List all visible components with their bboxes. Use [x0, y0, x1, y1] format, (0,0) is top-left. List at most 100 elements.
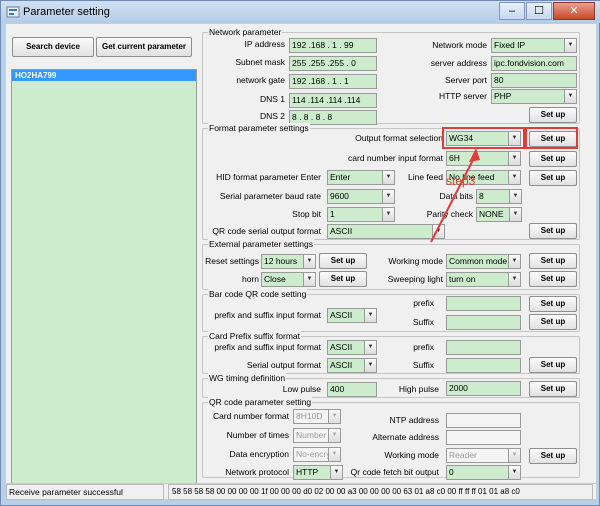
- data-encryption-dropdown[interactable]: No-encry ▼: [293, 447, 341, 462]
- http-server-dropdown[interactable]: PHP ▼: [491, 89, 577, 104]
- high-pulse-field[interactable]: 2000: [446, 381, 521, 396]
- gateway-label: network gate: [236, 75, 285, 85]
- card-input-format-label: prefix and suffix input format: [214, 342, 321, 352]
- ntp-address-field[interactable]: [446, 413, 521, 428]
- server-port-field[interactable]: 80: [491, 73, 577, 88]
- network-parameter-group: Network parameter IP address 192 .168 . …: [202, 27, 580, 125]
- network-setup-button[interactable]: Set up: [529, 107, 577, 123]
- wg-timing-group: WG timing definition Low pulse 400 High …: [202, 373, 580, 398]
- card-input-format-value: 6H: [449, 153, 460, 163]
- minimize-button[interactable]: –: [499, 2, 525, 20]
- qr-working-mode-dropdown[interactable]: Reader ▼: [446, 448, 521, 463]
- highlight-setup-button: [525, 127, 578, 149]
- close-button[interactable]: ✕: [553, 2, 595, 20]
- horn-setup-button[interactable]: Set up: [319, 271, 367, 287]
- qr-serial-setup-button[interactable]: Set up: [529, 223, 577, 239]
- network-mode-dropdown[interactable]: Fixed IP ▼: [491, 38, 577, 53]
- barcode-prefix-field[interactable]: [446, 296, 521, 311]
- dns1-field[interactable]: 114 .114 .114 .114: [289, 93, 377, 108]
- chevron-down-icon: ▼: [328, 410, 340, 423]
- working-mode-value: Common mode: [449, 256, 508, 266]
- working-mode-setup-button[interactable]: Set up: [529, 253, 577, 269]
- chevron-down-icon: ▼: [508, 152, 520, 165]
- barcode-input-format-dropdown[interactable]: ASCII ▼: [327, 308, 377, 323]
- card-prefix-field[interactable]: [446, 340, 521, 355]
- reset-settings-dropdown[interactable]: 12 hours ▼: [261, 254, 316, 269]
- sweeping-light-setup-button[interactable]: Set up: [529, 271, 577, 287]
- sweeping-light-value: turn on: [449, 274, 476, 284]
- parity-check-dropdown[interactable]: NONE ▼: [476, 207, 522, 222]
- card-input-format-dropdown[interactable]: 6H ▼: [446, 151, 521, 166]
- chevron-down-icon: ▼: [382, 171, 394, 184]
- horn-dropdown[interactable]: Close ▼: [261, 272, 316, 287]
- network-protocol-label: Network protocol: [225, 467, 289, 477]
- card-prefix-group: Card Prefix suffix format prefix and suf…: [202, 331, 580, 374]
- barcode-qr-group: Bar code QR code setting prefix and suff…: [202, 289, 580, 332]
- network-mode-value: Fixed IP: [494, 40, 526, 50]
- server-address-field[interactable]: ipc.fondvision.com: [491, 56, 577, 71]
- reset-setup-button[interactable]: Set up: [319, 253, 367, 269]
- status-hex-data: 58 58 58 58 00 00 00 00 1f 00 00 00 d0 0…: [168, 484, 593, 500]
- parity-check-value: NONE: [479, 209, 504, 219]
- ntp-address-label: NTP address: [389, 415, 439, 425]
- chevron-down-icon: ▼: [364, 309, 376, 322]
- barcode-suffix-label: Suffix: [412, 317, 434, 327]
- card-suffix-field[interactable]: [446, 358, 521, 373]
- group-title: QR code parameter setting: [208, 397, 313, 407]
- maximize-button[interactable]: ☐: [526, 2, 552, 20]
- alternate-address-label: Alternate address: [372, 432, 439, 442]
- card-prefix-setup-button[interactable]: Set up: [529, 357, 577, 373]
- device-list[interactable]: HO2HA799: [11, 69, 197, 484]
- network-protocol-dropdown[interactable]: HTTP ▼: [293, 465, 343, 480]
- hid-format-dropdown[interactable]: Enter ▼: [327, 170, 395, 185]
- subnet-mask-field[interactable]: 255 .255 .255 . 0: [289, 56, 377, 71]
- line-feed-setup-button[interactable]: Set up: [529, 170, 577, 186]
- subnet-mask-label: Subnet mask: [235, 57, 285, 67]
- card-format-setup-button[interactable]: Set up: [529, 151, 577, 167]
- data-bits-value: 8: [479, 191, 484, 201]
- low-pulse-field[interactable]: 400: [327, 382, 377, 397]
- stop-bit-label: Stop bit: [292, 209, 321, 219]
- number-of-times-dropdown[interactable]: Number ▼: [293, 428, 341, 443]
- card-prefix-label: prefix: [413, 342, 434, 352]
- ip-address-field[interactable]: 192 .168 . 1 . 99: [289, 38, 377, 53]
- barcode-suffix-setup-button[interactable]: Set up: [529, 314, 577, 330]
- sweeping-light-dropdown[interactable]: turn on ▼: [446, 272, 521, 287]
- parameter-setting-window: Parameter setting – ☐ ✕ Search device Ge…: [0, 0, 600, 506]
- chevron-down-icon: ▼: [328, 448, 340, 461]
- serial-output-format-dropdown[interactable]: ASCII ▼: [327, 358, 377, 373]
- chevron-down-icon: ▼: [303, 273, 315, 286]
- group-title: Bar code QR code setting: [208, 289, 308, 299]
- data-bits-label: Data bits: [439, 191, 473, 201]
- http-server-label: HTTP server: [438, 91, 487, 101]
- number-of-times-label: Number of times: [226, 430, 289, 440]
- data-bits-dropdown[interactable]: 8 ▼: [476, 189, 522, 204]
- number-of-times-value: Number: [296, 430, 327, 440]
- qr-serial-format-dropdown[interactable]: ASCII ▼: [327, 224, 445, 239]
- chevron-down-icon: ▼: [508, 449, 520, 462]
- barcode-suffix-field[interactable]: [446, 315, 521, 330]
- sweeping-light-label: Sweeping light: [387, 274, 443, 284]
- reset-settings-value: 12 hours: [264, 256, 298, 266]
- working-mode-dropdown[interactable]: Common mode ▼: [446, 254, 521, 269]
- high-pulse-label: High pulse: [398, 384, 439, 394]
- barcode-prefix-setup-button[interactable]: Set up: [529, 296, 577, 312]
- data-encryption-label: Data encryption: [229, 449, 289, 459]
- search-device-button[interactable]: Search device: [12, 37, 94, 57]
- http-server-value: PHP: [494, 91, 512, 101]
- window-title: Parameter setting: [23, 6, 110, 18]
- stop-bit-dropdown[interactable]: 1 ▼: [327, 207, 395, 222]
- get-current-parameter-button[interactable]: Get current parameter: [96, 37, 192, 57]
- card-prefix-input-dropdown[interactable]: ASCII ▼: [327, 340, 377, 355]
- client-area: Search device Get current parameter HO2H…: [6, 24, 596, 499]
- device-list-item[interactable]: HO2HA799: [12, 70, 196, 81]
- wg-setup-button[interactable]: Set up: [529, 381, 577, 397]
- card-number-format-dropdown[interactable]: 8H10D ▼: [293, 409, 341, 424]
- qr-parameter-setup-button[interactable]: Set up: [529, 448, 577, 464]
- fetch-bit-output-dropdown[interactable]: 0 ▼: [446, 465, 521, 480]
- baud-rate-dropdown[interactable]: 9600 ▼: [327, 189, 395, 204]
- dns1-label: DNS 1: [259, 94, 285, 104]
- alternate-address-field[interactable]: [446, 430, 521, 445]
- chevron-down-icon: ▼: [303, 255, 315, 268]
- gateway-field[interactable]: 192 .168 . 1 . 1: [289, 74, 377, 89]
